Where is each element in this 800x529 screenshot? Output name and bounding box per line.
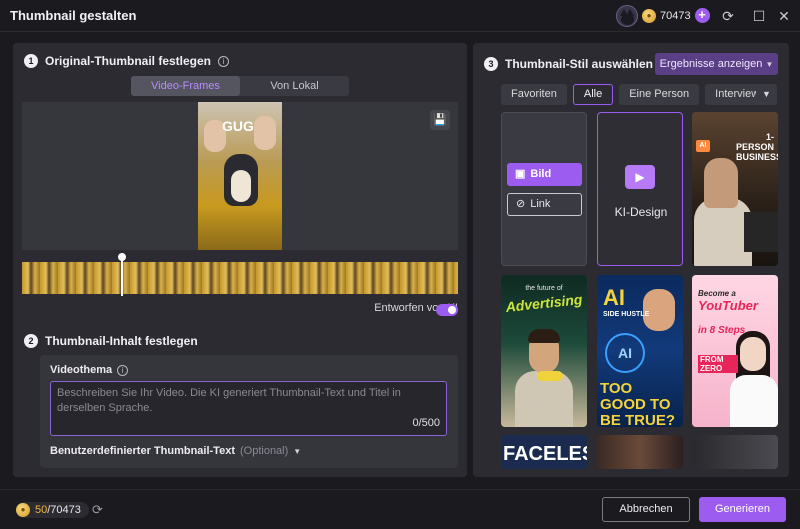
section-1-title: Original-Thumbnail festlegen: [45, 54, 212, 68]
image-icon: ▣: [515, 168, 526, 180]
tab-video-frames[interactable]: Video-Frames: [131, 76, 240, 96]
more-filters-button[interactable]: ▼: [756, 84, 777, 105]
show-results-label: Ergebnisse anzeigen: [659, 58, 763, 70]
card-title: AI: [603, 285, 625, 310]
ai-badge: AI: [696, 140, 710, 152]
card-question: TOO GOOD TO BE TRUE?: [600, 380, 675, 428]
add-credits-button[interactable]: +: [694, 8, 710, 23]
source-tabs: Video-Frames Von Lokal: [131, 76, 349, 96]
link-icon: ⊘: [516, 198, 526, 210]
style-card-advertising[interactable]: the future of Advertising: [501, 275, 587, 427]
close-icon[interactable]: ✕: [776, 8, 792, 24]
playhead-handle[interactable]: [118, 253, 126, 261]
style-card-youtuber[interactable]: Become a YouTuber in 8 Steps FROM ZERO: [692, 275, 778, 427]
info-icon[interactable]: i: [218, 55, 230, 67]
upload-link-button[interactable]: ⊘ Link: [507, 193, 582, 216]
step-1-badge: 1: [24, 54, 38, 68]
card-subtitle: the future of: [525, 285, 563, 292]
coin-icon: ●: [642, 8, 656, 23]
card-badge: FROM ZERO: [698, 355, 738, 373]
credits-total: /70473: [47, 504, 81, 516]
card-title: FACELESS: [503, 443, 587, 465]
custom-text-toggle[interactable]: Benutzerdefinierter Thumbnail-Text (Opti…: [50, 445, 301, 457]
ai-chip: AI: [605, 333, 645, 373]
upload-link-label: Link: [530, 198, 551, 210]
section-2-title: Thumbnail-Inhalt festlegen: [45, 334, 198, 348]
section-3-header: 3 Thumbnail-Stil auswählen: [484, 57, 653, 71]
tab-from-local[interactable]: Von Lokal: [240, 76, 349, 96]
credit-usage: ● 50 /70473: [16, 502, 89, 518]
card-subtitle: SIDE HUSTLE: [603, 311, 650, 318]
credits-display: ● 70473 +: [642, 8, 710, 23]
credits-used: 50: [35, 504, 48, 516]
card-title: Advertising: [504, 291, 584, 315]
step-2-badge: 2: [24, 334, 38, 348]
section-1-header: 1 Original-Thumbnail festlegen i: [24, 54, 230, 68]
refresh-credits-icon[interactable]: ⟳: [92, 502, 103, 518]
window-title: Thumbnail gestalten: [10, 8, 137, 23]
refresh-icon[interactable]: ⟳: [720, 8, 736, 24]
style-card-faceless[interactable]: FACELESS: [501, 435, 587, 469]
optional-label: (Optional): [239, 445, 289, 457]
topic-placeholder: Beschreiben Sie Ihr Video. Die KI generi…: [57, 387, 401, 414]
show-results-button[interactable]: Ergebnisse anzeigen ▼: [655, 53, 778, 75]
style-card-7[interactable]: [692, 435, 778, 469]
card-title: YouTuber: [698, 298, 758, 313]
coin-icon: ●: [16, 503, 30, 517]
cancel-button[interactable]: Abbrechen: [602, 497, 690, 522]
upload-image-label: Bild: [530, 168, 552, 180]
upload-image-button[interactable]: ▣ Bild: [507, 163, 582, 186]
timeline-filmstrip[interactable]: [22, 262, 458, 294]
step-3-badge: 3: [484, 57, 498, 71]
save-frame-icon[interactable]: 💾: [430, 110, 450, 130]
timeline-playhead[interactable]: [121, 256, 123, 296]
maximize-icon[interactable]: ☐: [751, 8, 767, 24]
custom-text-label: Benutzerdefinierter Thumbnail-Text: [50, 445, 235, 457]
card-title: 1-PERSON BUSINESS: [736, 132, 778, 162]
filter-all[interactable]: Alle: [572, 84, 614, 105]
section-3-title: Thumbnail-Stil auswählen: [505, 57, 654, 71]
filter-one-person[interactable]: Eine Person: [619, 84, 700, 105]
chevron-down-icon: ▼: [293, 446, 302, 456]
user-avatar[interactable]: [616, 5, 638, 27]
section-2-header: 2 Thumbnail-Inhalt festlegen: [24, 334, 198, 348]
style-card-ai-hustle[interactable]: AI SIDE HUSTLE AI TOO GOOD TO BE TRUE?: [597, 275, 683, 427]
style-card-6[interactable]: [597, 435, 683, 469]
card-line1: Become a: [698, 289, 736, 298]
credits-value: 70473: [660, 9, 691, 22]
topic-label-row: Videothema i: [50, 364, 129, 376]
upload-card: ▣ Bild ⊘ Link: [501, 112, 587, 266]
ai-video-icon: ▶: [625, 165, 655, 189]
info-icon[interactable]: i: [117, 364, 129, 376]
filter-favorites[interactable]: Favoriten: [501, 84, 567, 105]
style-card-business[interactable]: 1-PERSON BUSINESS AI: [692, 112, 778, 266]
ki-design-label: KI-Design: [614, 205, 668, 219]
frame-preview: GUG: [22, 102, 458, 250]
generate-button[interactable]: Generieren: [699, 497, 786, 522]
card-steps: in 8 Steps: [698, 325, 746, 336]
video-topic-input[interactable]: Beschreiben Sie Ihr Video. Die KI generi…: [50, 381, 447, 436]
selected-frame-image: GUG: [198, 102, 282, 250]
ki-design-card[interactable]: ▶ KI-Design: [597, 112, 683, 266]
chevron-down-icon: ▼: [765, 60, 774, 69]
topic-label: Videothema: [50, 364, 113, 376]
style-filters: Favoriten Alle Eine Person Interview: [501, 84, 770, 105]
ai-design-toggle[interactable]: [436, 304, 458, 316]
char-counter: 0/500: [412, 417, 440, 429]
